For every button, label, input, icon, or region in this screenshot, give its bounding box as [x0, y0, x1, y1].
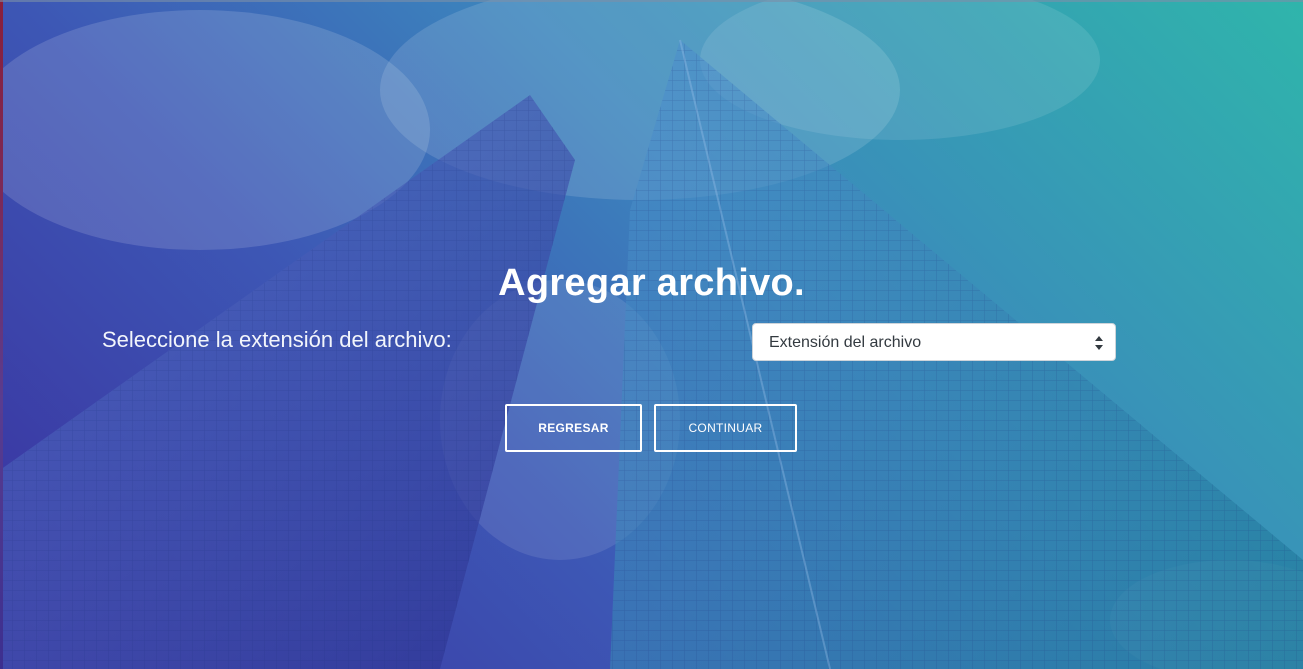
upload-page: Agregar archivo. Seleccione la extensión… [0, 0, 1303, 669]
extension-select[interactable]: Extensión del archivo [752, 323, 1116, 361]
extension-select-value: Extensión del archivo [769, 334, 922, 351]
back-button[interactable]: REGRESAR [505, 404, 642, 452]
select-arrows-icon [1095, 336, 1103, 350]
page-title: Agregar archivo. [498, 262, 805, 304]
window-edge-strip [0, 0, 3, 669]
extension-label: Seleccione la extensión del archivo: [102, 327, 452, 352]
continue-button[interactable]: CONTINUAR [654, 404, 797, 452]
top-border [0, 0, 1303, 2]
